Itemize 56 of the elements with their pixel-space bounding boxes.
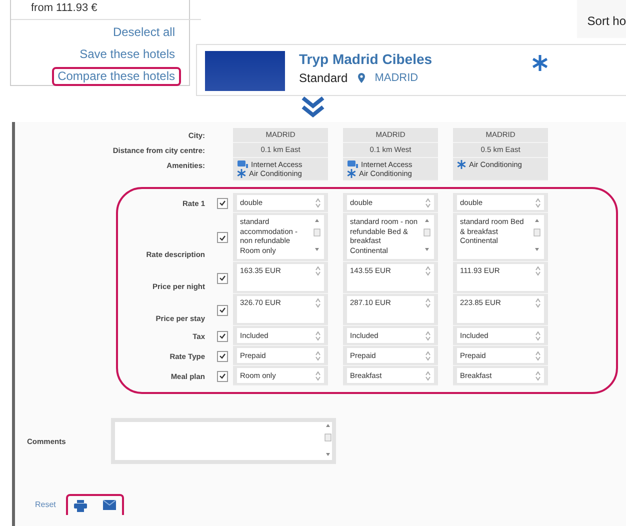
spinner-arrows-icon[interactable]	[315, 298, 321, 308]
snowflake-icon	[457, 160, 466, 169]
scrollbar-drawing[interactable]	[533, 217, 541, 253]
spinner-arrows-icon[interactable]	[535, 198, 541, 208]
spinner-arrows-icon[interactable]	[535, 330, 541, 340]
spinner-arrows-icon[interactable]	[315, 266, 321, 276]
checkmark-icon	[218, 200, 226, 206]
monitor-icon	[237, 160, 248, 169]
spinner-arrows-icon[interactable]	[425, 330, 431, 340]
spinner-arrows-icon[interactable]	[535, 298, 541, 308]
price-text: from 111.93 €	[11, 0, 201, 20]
scrollbar-drawing[interactable]	[423, 217, 431, 253]
sidebar-link[interactable]: Compare these hotels	[52, 67, 181, 86]
snowflake-icon	[532, 55, 548, 71]
spinner-arrows-icon[interactable]	[315, 198, 321, 208]
spinner-arrows-icon[interactable]	[425, 298, 431, 308]
checkbox[interactable]	[216, 350, 228, 362]
spinner-arrows-icon[interactable]	[535, 370, 541, 380]
spinner-arrows-icon[interactable]	[535, 266, 541, 276]
checkbox[interactable]	[216, 272, 228, 284]
hotel-category: Standard	[299, 71, 348, 85]
scrollbar-drawing[interactable]	[313, 217, 321, 253]
checkbox[interactable]	[216, 198, 228, 208]
sort-label[interactable]: Sort ho	[577, 0, 626, 38]
checkmark-icon	[218, 234, 226, 240]
spinner-arrows-icon[interactable]	[425, 350, 431, 360]
comments-field[interactable]	[111, 418, 336, 464]
spinner-arrows-icon[interactable]	[315, 370, 321, 380]
spinner-arrows-icon[interactable]	[535, 350, 541, 360]
snowflake-icon	[237, 169, 246, 178]
hotel-name-link[interactable]: Tryp Madrid Cibeles	[299, 51, 518, 67]
checkmark-icon	[218, 307, 226, 313]
double-chevron-down-icon	[301, 96, 325, 118]
scrollbar-drawing[interactable]	[324, 422, 332, 458]
spinner-arrows-icon[interactable]	[425, 266, 431, 276]
checkbox[interactable]	[216, 370, 228, 382]
sidebar-link[interactable]: Save these hotels	[74, 45, 181, 64]
mail-icon[interactable]	[102, 500, 116, 510]
spinner-arrows-icon[interactable]	[315, 350, 321, 360]
monitor-icon	[347, 160, 358, 169]
checkmark-icon	[218, 353, 226, 359]
checkbox[interactable]	[216, 330, 228, 342]
spinner-arrows-icon[interactable]	[425, 198, 431, 208]
spinner-arrows-icon[interactable]	[425, 370, 431, 380]
spinner-arrows-icon[interactable]	[315, 330, 321, 340]
checkbox[interactable]	[216, 232, 228, 243]
checkmark-icon	[218, 373, 226, 379]
print-icon[interactable]	[74, 500, 87, 512]
checkmark-icon	[218, 333, 226, 339]
snowflake-icon	[347, 169, 356, 178]
checkbox[interactable]	[216, 304, 228, 316]
map-pin-icon	[358, 73, 365, 83]
checkmark-icon	[218, 275, 226, 281]
sidebar-link[interactable]: Deselect all	[106, 23, 181, 42]
reset-link[interactable]: Reset	[35, 500, 56, 509]
city-link[interactable]: MADRID	[374, 72, 418, 84]
